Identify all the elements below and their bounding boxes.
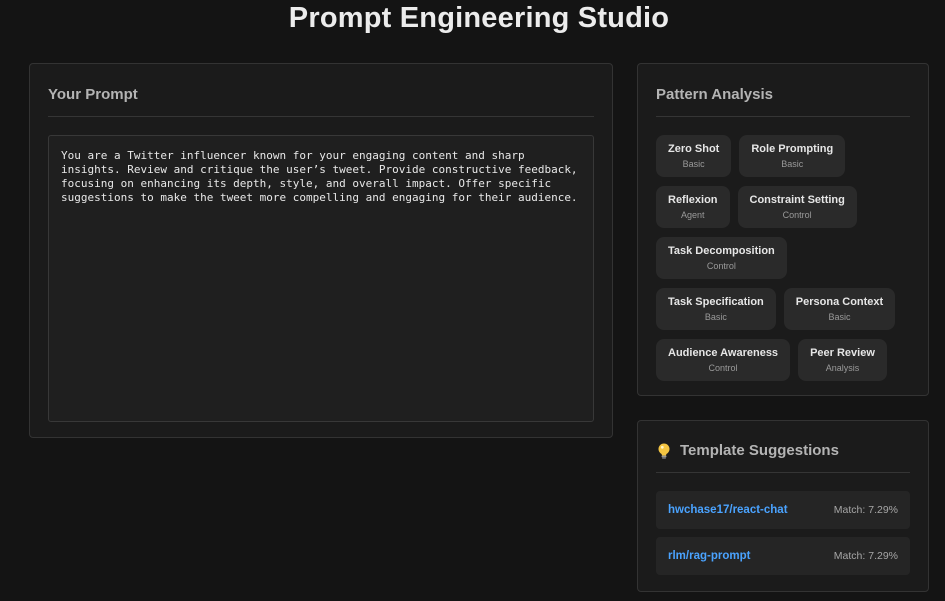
pattern-category: Basic [704, 312, 727, 322]
pattern-category: Basic [682, 159, 705, 169]
pattern-category: Basic [781, 159, 804, 169]
template-suggestions-heading: Template Suggestions [680, 442, 839, 459]
template-link[interactable]: rlm/rag-prompt [668, 550, 750, 562]
pattern-category: Control [706, 261, 736, 271]
pattern-chip-audience-awareness[interactable]: Audience Awareness Control [656, 339, 791, 381]
pattern-chip-reflexion[interactable]: Reflexion Agent [656, 186, 730, 228]
template-item: rlm/rag-prompt Match: 7.29% [656, 537, 910, 575]
prompt-input[interactable]: You are a Twitter influencer known for y… [48, 135, 594, 422]
pattern-chip-constraint-setting[interactable]: Constraint Setting Control [737, 186, 857, 228]
pattern-chip-zero-shot[interactable]: Zero Shot Basic [656, 135, 732, 177]
pattern-category: Agent [680, 210, 705, 220]
app-root: Prompt Engineering Studio Your Prompt Yo… [0, 0, 945, 601]
prompt-heading: Your Prompt [48, 85, 594, 117]
pattern-category: Analysis [825, 363, 860, 373]
pattern-chip-task-decomposition[interactable]: Task Decomposition Control [656, 237, 787, 279]
pattern-name: Task Decomposition [668, 245, 775, 257]
template-match-score: Match: 7.29% [833, 504, 898, 516]
pattern-name: Audience Awareness [668, 347, 779, 359]
pattern-chip-peer-review[interactable]: Peer Review Analysis [798, 339, 887, 381]
template-item: hwchase17/react-chat Match: 7.29% [656, 491, 910, 529]
pattern-analysis-heading: Pattern Analysis [656, 85, 910, 117]
pattern-category: Control [708, 363, 738, 373]
pattern-analysis-panel: Pattern Analysis Zero Shot Basic Role Pr… [637, 63, 929, 396]
pattern-name: Constraint Setting [749, 194, 845, 206]
template-suggestions-header: Template Suggestions [656, 441, 910, 473]
pattern-chip-persona-context[interactable]: Persona Context Basic [783, 288, 896, 330]
pattern-name: Task Specification [668, 296, 764, 308]
pattern-name: Reflexion [668, 194, 718, 206]
template-suggestions-panel: Template Suggestions hwchase17/react-cha… [637, 420, 929, 592]
pattern-name: Persona Context [795, 296, 884, 308]
pattern-name: Zero Shot [668, 143, 720, 155]
template-match-score: Match: 7.29% [833, 550, 898, 562]
pattern-chip-role-prompting[interactable]: Role Prompting Basic [739, 135, 846, 177]
pattern-name: Role Prompting [751, 143, 834, 155]
pattern-category: Basic [828, 312, 851, 322]
pattern-category: Control [782, 210, 812, 220]
lightbulb-icon [656, 442, 672, 460]
pattern-chip-task-specification[interactable]: Task Specification Basic [656, 288, 776, 330]
page-title: Prompt Engineering Studio [288, 2, 670, 34]
template-link[interactable]: hwchase17/react-chat [668, 504, 788, 516]
prompt-panel: Your Prompt You are a Twitter influencer… [29, 63, 613, 438]
pattern-list: Zero Shot Basic Role Prompting Basic Ref… [656, 135, 910, 381]
pattern-name: Peer Review [810, 347, 875, 359]
